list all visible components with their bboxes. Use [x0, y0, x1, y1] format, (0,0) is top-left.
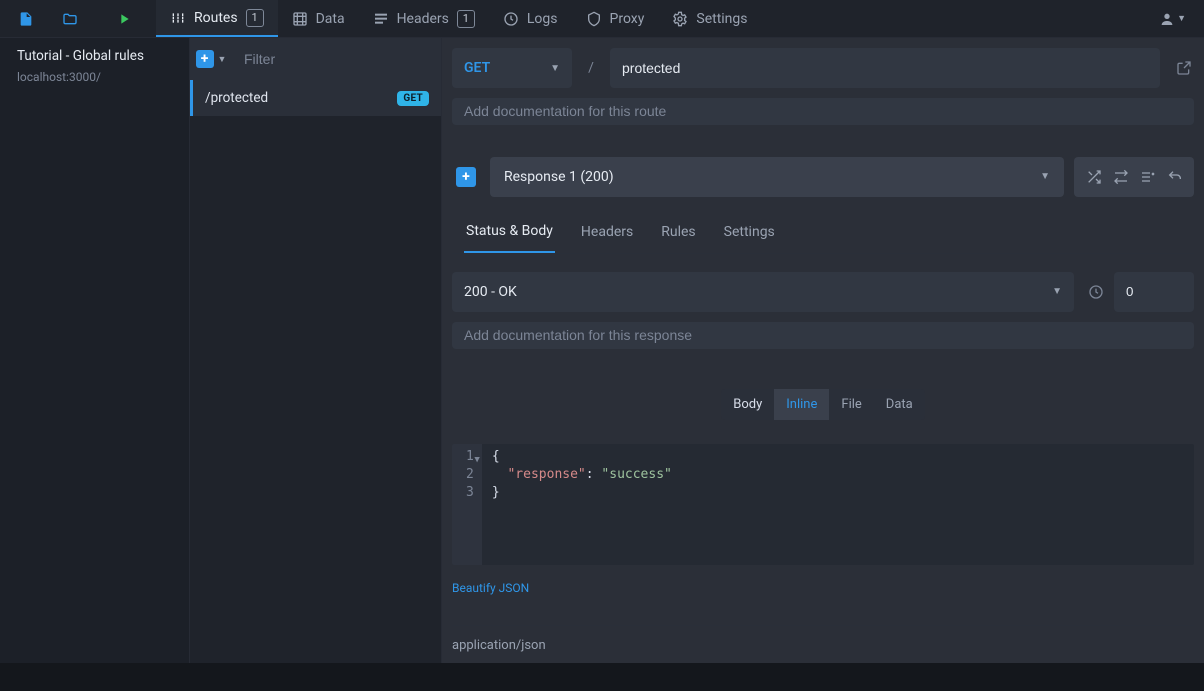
tab-logs[interactable]: Logs	[489, 0, 572, 37]
data-icon	[292, 11, 308, 27]
caret-down-icon: ▼	[1052, 286, 1062, 297]
open-env-icon[interactable]	[62, 11, 78, 27]
fold-icon[interactable]: ▼	[474, 451, 479, 469]
settings-icon	[672, 11, 688, 27]
account-icon[interactable]	[1159, 11, 1175, 27]
tab-status-body[interactable]: Status & Body	[464, 213, 555, 253]
path-separator: /	[586, 60, 596, 76]
open-external-icon[interactable]	[1174, 60, 1194, 76]
tab-label: Settings	[696, 11, 747, 27]
tab-label: Logs	[527, 11, 558, 27]
tab-response-settings[interactable]: Settings	[722, 214, 777, 252]
routes-sidebar: + ▼ /protected GET	[190, 38, 442, 663]
method-value: GET	[464, 60, 490, 76]
sequential-mode-icon[interactable]	[1113, 169, 1129, 185]
editor-gutter: 1▼ 2 3	[452, 444, 482, 565]
response-doc-input[interactable]	[452, 322, 1194, 349]
add-route-button[interactable]: + ▼	[190, 38, 232, 80]
response-tabs: Status & Body Headers Rules Settings	[452, 207, 1194, 254]
route-doc-input[interactable]	[452, 98, 1194, 125]
rules-disabled-icon[interactable]	[1140, 169, 1156, 185]
route-path-input[interactable]	[610, 48, 1160, 88]
status-bar	[0, 663, 1204, 691]
response-mode-icons	[1074, 157, 1194, 197]
route-path: /protected	[205, 90, 268, 106]
tab-label: Headers	[397, 11, 449, 27]
caret-down-icon[interactable]: ▼	[1177, 13, 1186, 24]
environment-address: localhost:3000/	[17, 70, 175, 84]
content-type-label: application/json	[452, 625, 1194, 653]
logs-icon	[503, 11, 519, 27]
body-mode-tabs: Body Inline File Data	[721, 389, 924, 420]
new-env-icon[interactable]	[18, 11, 34, 27]
caret-down-icon: ▼	[550, 63, 560, 74]
clock-icon	[1088, 284, 1104, 300]
tab-label: Proxy	[610, 11, 645, 27]
tab-response-headers[interactable]: Headers	[579, 214, 635, 252]
caret-down-icon: ▼	[218, 54, 227, 65]
route-item[interactable]: /protected GET	[190, 80, 441, 116]
route-method-badge: GET	[397, 91, 429, 106]
routes-filter-input[interactable]	[232, 38, 441, 80]
environment-item[interactable]: Tutorial - Global rules localhost:3000/	[0, 38, 189, 96]
fallback-mode-icon[interactable]	[1167, 169, 1183, 185]
response-selected: Response 1 (200)	[504, 169, 614, 185]
start-server-icon[interactable]	[116, 11, 132, 27]
headers-icon	[373, 11, 389, 27]
routes-icon	[170, 10, 186, 26]
delete-response-icon[interactable]	[1174, 225, 1194, 241]
caret-down-icon: ▼	[1040, 171, 1050, 182]
plus-icon: +	[456, 167, 476, 187]
tab-label: Data	[316, 11, 345, 27]
body-mode-data[interactable]: Data	[874, 389, 925, 420]
tab-rules[interactable]: Rules	[659, 214, 697, 252]
latency-input[interactable]	[1114, 272, 1194, 312]
body-label: Body	[721, 389, 774, 420]
tab-data[interactable]: Data	[278, 0, 359, 37]
body-mode-inline[interactable]: Inline	[774, 389, 829, 420]
response-select[interactable]: Response 1 (200) ▼	[490, 157, 1064, 197]
tab-label: Routes	[194, 10, 238, 26]
add-response-button[interactable]: +	[452, 157, 480, 197]
duplicate-response-icon[interactable]	[1130, 225, 1150, 241]
routes-count-badge: 1	[246, 9, 264, 27]
status-code-value: 200 - OK	[464, 284, 517, 300]
body-editor[interactable]: 1▼ 2 3 { "response": "success" }	[452, 444, 1194, 565]
proxy-icon	[586, 11, 602, 27]
editor-code[interactable]: { "response": "success" }	[482, 444, 682, 565]
beautify-json-link[interactable]: Beautify JSON	[452, 581, 1194, 595]
top-nav: Routes 1 Data Headers 1 Logs Proxy Setti…	[0, 0, 1204, 38]
random-mode-icon[interactable]	[1086, 169, 1102, 185]
tab-proxy[interactable]: Proxy	[572, 0, 659, 37]
tab-headers[interactable]: Headers 1	[359, 0, 489, 37]
method-select[interactable]: GET ▼	[452, 48, 572, 88]
environments-sidebar: Tutorial - Global rules localhost:3000/	[0, 38, 190, 663]
environment-title: Tutorial - Global rules	[17, 48, 175, 64]
status-code-select[interactable]: 200 - OK ▼	[452, 272, 1074, 312]
plus-icon: +	[196, 50, 214, 68]
route-editor: GET ▼ / + Response 1 (200) ▼	[442, 38, 1204, 663]
tab-settings[interactable]: Settings	[658, 0, 761, 37]
tab-routes[interactable]: Routes 1	[156, 0, 278, 37]
body-mode-file[interactable]: File	[829, 389, 873, 420]
headers-count-badge: 1	[457, 10, 475, 28]
